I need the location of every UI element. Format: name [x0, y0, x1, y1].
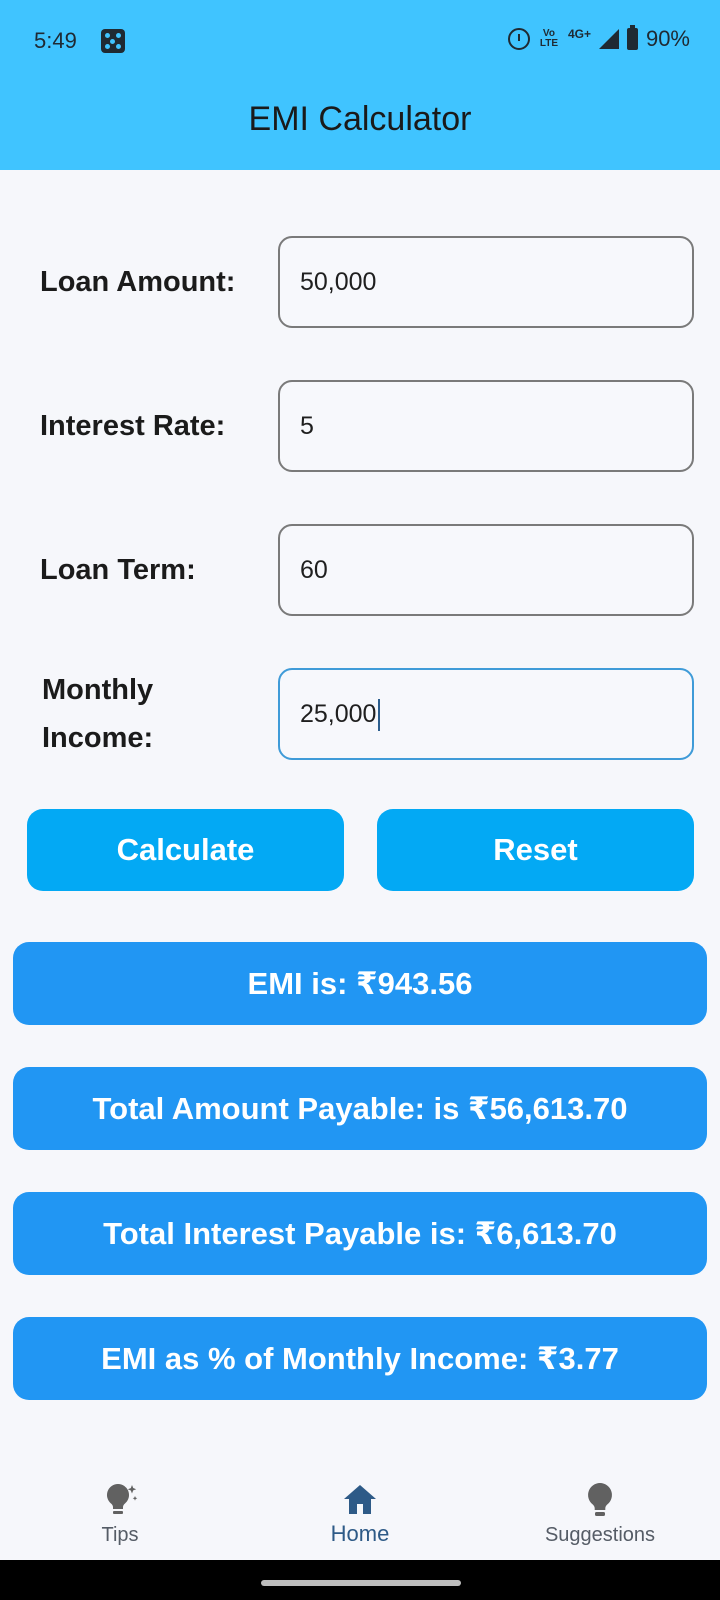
nav-item-home[interactable]: Home: [240, 1460, 480, 1560]
emi-percent-result: EMI as % of Monthly Income: ₹3.77: [13, 1317, 707, 1400]
battery-icon: [626, 25, 638, 50]
loan-term-row: Loan Term: 60: [0, 524, 720, 616]
nav-label-tips: Tips: [101, 1524, 139, 1546]
monthly-income-label: Monthly Income:: [42, 666, 153, 762]
page-title: EMI Calculator: [248, 100, 472, 138]
lightbulb-icon: [588, 1483, 612, 1516]
monthly-income-row: Monthly Income: 25,000: [0, 668, 720, 760]
bottom-navigation: Tips Home Suggestions: [0, 1460, 720, 1560]
signal-icon: [598, 29, 619, 49]
emi-result: EMI is: ₹943.56: [13, 942, 707, 1025]
interest-rate-row: Interest Rate: 5: [0, 380, 720, 472]
nav-item-suggestions[interactable]: Suggestions: [480, 1460, 720, 1560]
nav-label-home: Home: [330, 1521, 390, 1546]
lightbulb-sparkle-icon: [106, 1484, 138, 1514]
battery-percent: 90%: [645, 26, 690, 51]
reset-button[interactable]: Reset: [377, 809, 694, 891]
network-type: 4G+: [567, 27, 591, 41]
text-caret: [378, 699, 381, 732]
nav-item-tips[interactable]: Tips: [0, 1460, 240, 1560]
loan-term-label: Loan Term:: [40, 554, 196, 586]
monthly-income-input[interactable]: 25,000: [278, 668, 694, 760]
loan-amount-row: Loan Amount: 50,000: [0, 236, 720, 328]
calculate-button[interactable]: Calculate: [27, 809, 344, 891]
gesture-handle[interactable]: [261, 1580, 461, 1586]
alarm-icon: [507, 28, 530, 50]
loan-amount-label: Loan Amount:: [40, 266, 236, 298]
nav-label-suggestions: Suggestions: [544, 1524, 656, 1546]
monthly-income-label-line2: Income:: [42, 722, 154, 754]
app-bar: 5:49 Vo LTE 4G+ 90% EMI Calculator: [0, 0, 720, 170]
volte-indicator: Vo LTE: [539, 28, 559, 49]
total-amount-result: Total Amount Payable: is ₹56,613.70: [13, 1067, 707, 1150]
loan-term-input[interactable]: 60: [278, 524, 694, 616]
status-icons: Vo LTE 4G+ 90%: [507, 25, 690, 52]
loan-amount-input[interactable]: 50,000: [278, 236, 694, 328]
monthly-income-label-line1: Monthly: [42, 674, 154, 706]
interest-rate-label: Interest Rate:: [40, 410, 226, 442]
total-interest-result: Total Interest Payable is: ₹6,613.70: [13, 1192, 707, 1275]
status-time: 5:49: [34, 28, 77, 53]
home-icon: [344, 1485, 376, 1514]
monthly-income-value: 25,000: [300, 700, 377, 728]
interest-rate-input[interactable]: 5: [278, 380, 694, 472]
dice-icon: [101, 29, 125, 53]
